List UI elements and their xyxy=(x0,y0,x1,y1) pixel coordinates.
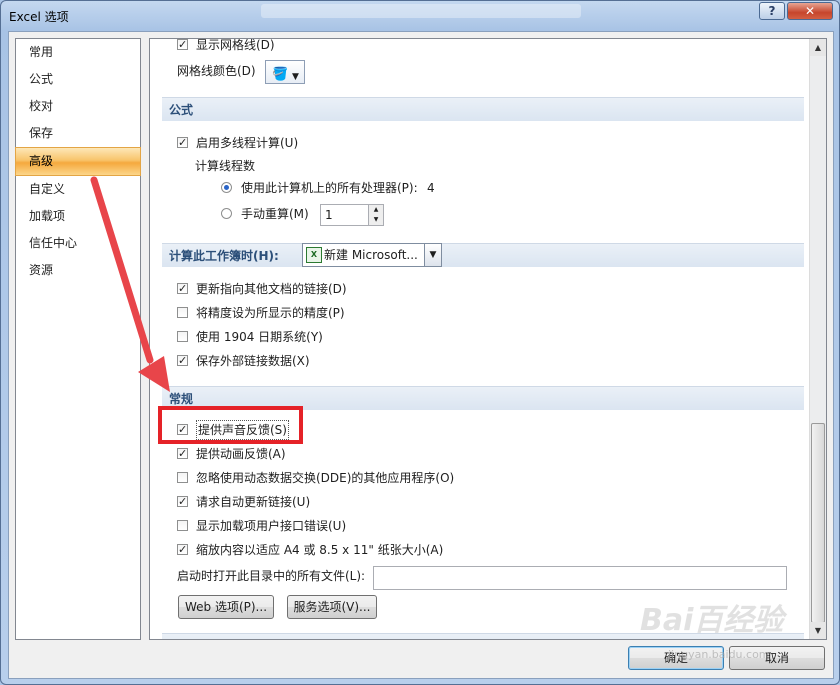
annotation-arrow xyxy=(90,176,170,392)
annotation-arrow-head xyxy=(138,356,170,392)
watermark-url: jingyan.baidu.com xyxy=(668,648,770,661)
annotation-highlight-box xyxy=(158,406,303,444)
watermark-brand: Bai百经验 xyxy=(640,603,784,638)
annotation-arrow-shaft xyxy=(90,176,154,364)
